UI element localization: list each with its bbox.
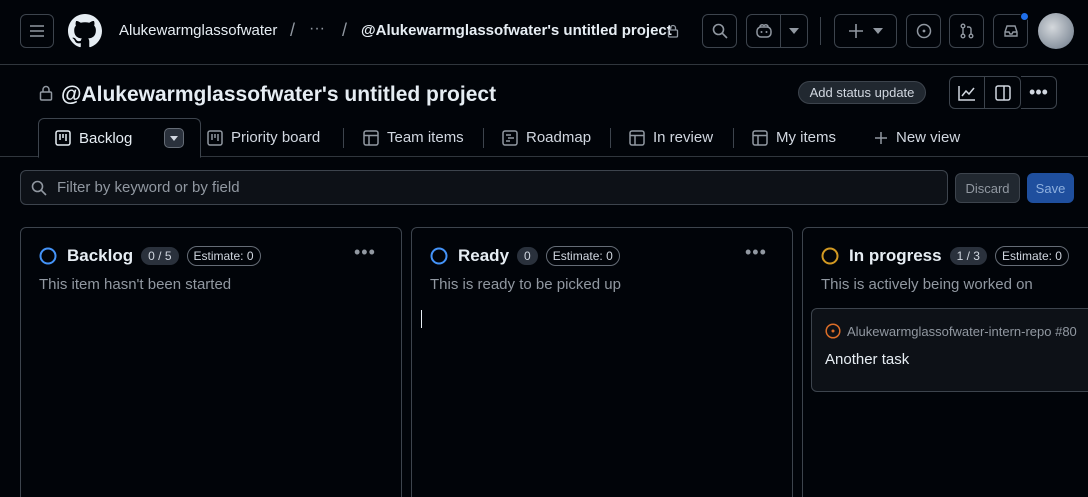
- more-options-group: •••: [1021, 76, 1057, 109]
- header-divider: [820, 17, 821, 45]
- hamburger-icon: [30, 25, 44, 37]
- column-title: Backlog: [67, 246, 134, 265]
- column-title: Ready: [458, 246, 510, 265]
- tab-divider: [733, 128, 734, 148]
- tab-my-items[interactable]: My items: [752, 118, 836, 157]
- table-icon: [752, 129, 768, 146]
- estimate-badge: Estimate: 0: [545, 246, 620, 266]
- roadmap-icon: [502, 129, 518, 146]
- text-cursor: [421, 310, 422, 328]
- copilot-button[interactable]: [746, 14, 808, 48]
- column-menu-button[interactable]: •••: [354, 242, 376, 263]
- plus-icon: [848, 24, 863, 38]
- column-description: This is actively being worked on: [821, 276, 1033, 293]
- tab-options-button[interactable]: [164, 128, 185, 148]
- tab-divider: [343, 128, 344, 148]
- item-count-badge: 1 / 3: [949, 247, 987, 265]
- triangle-down-icon: [170, 135, 179, 141]
- chevron-down-icon: [872, 28, 883, 34]
- table-icon: [629, 129, 645, 146]
- page-title: @Alukewarmglassofwater's untitled projec…: [61, 83, 497, 106]
- side-panel-button[interactable]: [985, 77, 1020, 108]
- tab-label: Roadmap: [526, 129, 592, 146]
- tab-label: New view: [896, 129, 961, 146]
- status-circle-icon: [39, 247, 57, 265]
- filter-bar: [20, 170, 948, 205]
- tab-label: My items: [776, 129, 836, 146]
- breadcrumb-separator: /: [342, 20, 348, 40]
- search-icon: [31, 180, 47, 196]
- save-button[interactable]: Save: [1027, 173, 1074, 203]
- lock-icon: [39, 85, 53, 101]
- card-repo-label: Alukewarmglassofwater-intern-repo #80: [847, 323, 1077, 339]
- plus-icon: [875, 131, 887, 144]
- column-description: This item hasn't been started: [39, 276, 232, 293]
- search-button[interactable]: [702, 14, 737, 48]
- lock-icon: [667, 24, 679, 38]
- kebab-horizontal-icon[interactable]: •••: [1021, 77, 1056, 108]
- column-header: Backlog 0 / 5 Estimate: 0: [39, 246, 261, 266]
- tab-priority-board[interactable]: Priority board: [207, 118, 320, 157]
- breadcrumb-owner[interactable]: Alukewarmglassofwater: [119, 22, 277, 39]
- column-description: This is ready to be picked up: [430, 276, 621, 293]
- add-status-update-button[interactable]: Add status update: [798, 81, 926, 104]
- global-header: Alukewarmglassofwater / ··· / @Alukewarm…: [0, 0, 1088, 65]
- item-count-badge: 0: [517, 247, 538, 265]
- breadcrumb-separator: /: [290, 20, 296, 40]
- avatar[interactable]: [1038, 13, 1074, 49]
- tab-backlog[interactable]: Backlog: [38, 118, 202, 158]
- tab-label: In review: [653, 129, 714, 146]
- menu-button[interactable]: [20, 14, 54, 48]
- issue-icon: [916, 23, 931, 39]
- notification-dot: [1020, 12, 1029, 21]
- tab-divider: [483, 128, 484, 148]
- discard-button[interactable]: Discard: [955, 173, 1020, 203]
- issues-button[interactable]: [906, 14, 941, 48]
- chevron-down-icon[interactable]: [781, 28, 807, 34]
- breadcrumb-project[interactable]: @Alukewarmglassofwater's untitled projec…: [361, 22, 672, 39]
- board-icon: [207, 129, 223, 146]
- status-circle-icon: [821, 247, 839, 265]
- github-logo-icon[interactable]: [68, 14, 102, 51]
- insights-button[interactable]: [950, 77, 986, 108]
- estimate-badge: Estimate: 0: [186, 246, 261, 266]
- column-header: In progress 1 / 3 Estimate: 0: [821, 246, 1069, 266]
- create-new-button[interactable]: [834, 14, 897, 48]
- issue-open-icon: [825, 323, 841, 339]
- filter-input[interactable]: [57, 179, 917, 196]
- inbox-icon: [1003, 25, 1018, 37]
- item-count-badge: 0 / 5: [141, 247, 179, 265]
- status-circle-icon: [430, 247, 448, 265]
- column-menu-button[interactable]: •••: [745, 242, 767, 263]
- board-column-ready: Ready 0 Estimate: 0 ••• This is ready to…: [411, 227, 793, 497]
- tab-roadmap[interactable]: Roadmap: [502, 118, 591, 157]
- board-column-backlog: Backlog 0 / 5 Estimate: 0 ••• This item …: [20, 227, 402, 497]
- copilot-icon: [747, 15, 781, 47]
- card-repo-link[interactable]: Alukewarmglassofwater-intern-repo #80: [825, 323, 1077, 339]
- new-view-button[interactable]: New view: [874, 118, 960, 157]
- board-icon: [55, 130, 71, 146]
- pull-request-icon: [960, 23, 973, 39]
- column-title: In progress: [849, 246, 942, 265]
- tab-label: Backlog: [79, 129, 133, 147]
- breadcrumb-ellipsis[interactable]: ···: [309, 20, 325, 38]
- tab-label: Team items: [387, 129, 464, 146]
- tab-label: Priority board: [231, 129, 321, 146]
- card-title[interactable]: Another task: [825, 351, 909, 368]
- search-icon: [712, 23, 728, 39]
- tab-divider: [610, 128, 611, 148]
- sidebar-icon: [994, 84, 1011, 101]
- view-buttons: [949, 76, 1021, 109]
- table-icon: [363, 129, 379, 146]
- view-tabs: Backlog Priority board Team items Roadma…: [0, 118, 1088, 158]
- tab-in-review[interactable]: In review: [629, 118, 713, 157]
- graph-icon: [958, 85, 975, 101]
- pull-requests-button[interactable]: [949, 14, 984, 48]
- tab-team-items[interactable]: Team items: [363, 118, 464, 157]
- estimate-badge: Estimate: 0: [994, 246, 1069, 266]
- column-header: Ready 0 Estimate: 0: [430, 246, 620, 266]
- item-card[interactable]: Alukewarmglassofwater-intern-repo #80 An…: [811, 308, 1088, 392]
- board-column-in-progress: In progress 1 / 3 Estimate: 0 This is ac…: [802, 227, 1088, 497]
